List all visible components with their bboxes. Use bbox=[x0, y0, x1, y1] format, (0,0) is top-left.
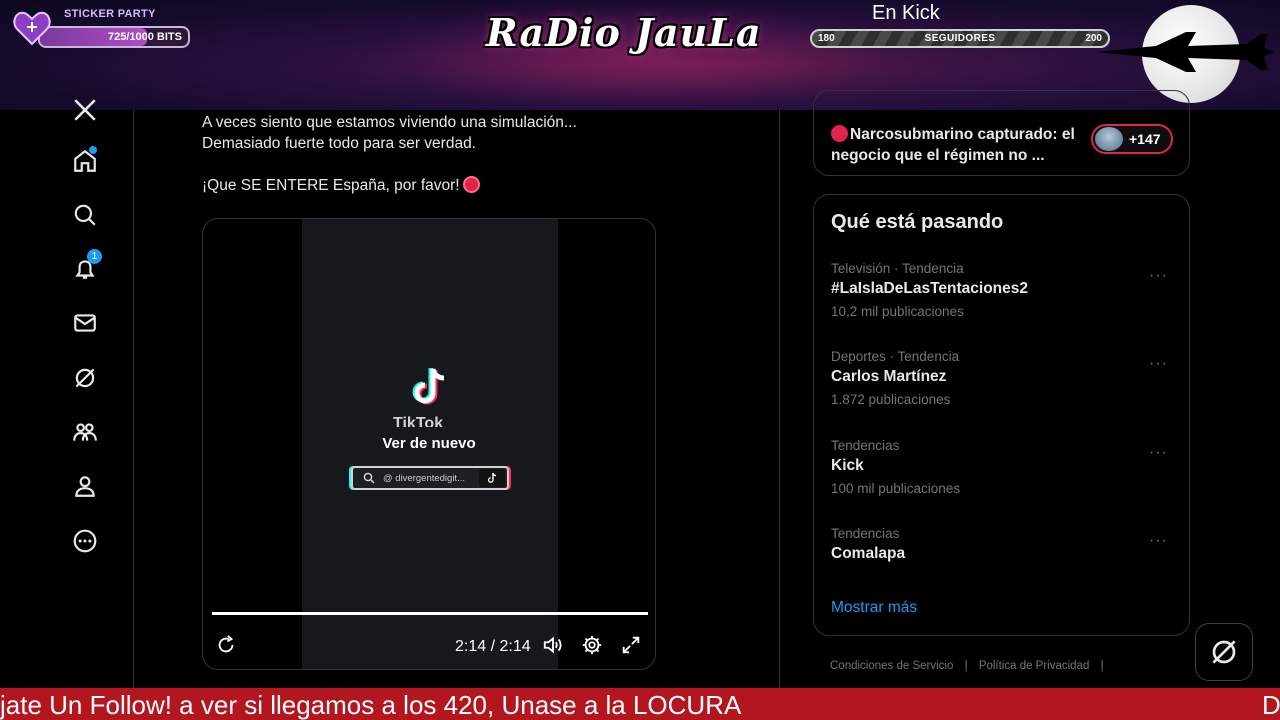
followers-goal-bar: 180 SEGUIDORES 200 bbox=[810, 29, 1110, 48]
trend-count: 100 mil publicaciones bbox=[831, 481, 961, 496]
trend-meta: Tendencias bbox=[831, 526, 900, 541]
trend-item[interactable]: Tendencias Kick 100 mil publicaciones ··… bbox=[831, 438, 1176, 518]
video-player[interactable]: TikTok Ver de nuevo @ divergentedigit...… bbox=[202, 218, 656, 670]
trend-item[interactable]: Tendencias Comalapa ··· bbox=[831, 526, 1176, 606]
show-more-link[interactable]: Mostrar más bbox=[831, 599, 917, 617]
trend-meta: Tendencias bbox=[831, 438, 900, 453]
red-circle-emoji bbox=[831, 125, 848, 142]
replay-button[interactable] bbox=[215, 634, 237, 656]
nav-messages[interactable] bbox=[64, 302, 106, 344]
nav-home[interactable] bbox=[64, 140, 106, 182]
mail-icon bbox=[74, 314, 96, 332]
volume-button[interactable] bbox=[542, 634, 564, 656]
nav-grok[interactable] bbox=[64, 357, 106, 399]
avatars-count: +147 bbox=[1129, 131, 1161, 147]
followers-label: SEGUIDORES bbox=[924, 33, 996, 44]
person-icon bbox=[75, 476, 95, 497]
more-options-icon[interactable]: ··· bbox=[1149, 444, 1168, 462]
ticker-text-next: D bbox=[1262, 690, 1280, 720]
post-line-2: Demasiado fuerte todo para ser verdad. bbox=[202, 135, 476, 152]
video-progress-bar[interactable] bbox=[212, 612, 648, 615]
search-icon bbox=[74, 204, 96, 226]
sticker-party-widget: 725/1000 BITS STICKER PARTY bbox=[12, 8, 190, 48]
replay-icon bbox=[218, 635, 234, 653]
tiktok-wordmark: TikTok bbox=[393, 415, 444, 427]
footer-separator: | bbox=[1100, 660, 1104, 672]
nav-notifications[interactable]: 1 bbox=[64, 248, 106, 290]
trend-name: #LaIslaDeLasTentaciones2 bbox=[831, 280, 1028, 297]
tiktok-handle: @ divergentedigit... bbox=[383, 473, 465, 484]
footer-separator: | bbox=[964, 660, 968, 672]
notifications-badge: 1 bbox=[87, 249, 102, 264]
trend-name: Kick bbox=[831, 457, 864, 474]
more-options-icon[interactable]: ··· bbox=[1149, 267, 1168, 285]
more-options-icon[interactable]: ··· bbox=[1149, 355, 1168, 373]
trend-name: Carlos Martínez bbox=[831, 368, 947, 385]
search-icon bbox=[363, 472, 375, 484]
trends-title: Qué está pasando bbox=[831, 211, 1004, 233]
trend-count: 1.872 publicaciones bbox=[831, 392, 951, 407]
grok-icon bbox=[1212, 640, 1236, 664]
grok-icon bbox=[75, 368, 95, 388]
news-title[interactable]: Narcosubmarino capturado: el negocio que… bbox=[831, 124, 1081, 166]
right-sidebar: Narcosubmarino capturado: el negocio que… bbox=[780, 90, 1280, 688]
tiktok-note-icon bbox=[487, 472, 497, 483]
volume-icon bbox=[543, 636, 562, 654]
nav-profile[interactable] bbox=[64, 465, 106, 507]
post-body: A veces siento que estamos viviendo una … bbox=[202, 114, 722, 217]
kick-label: En Kick bbox=[872, 2, 940, 24]
expand-icon bbox=[622, 636, 640, 654]
video-time: 2:14 / 2:14 bbox=[455, 638, 531, 655]
radio-jaula-logo: RaDio JauLa bbox=[486, 10, 762, 55]
sticker-progress-bar: 725/1000 BITS bbox=[38, 26, 190, 48]
left-navigation: 1 bbox=[0, 99, 134, 720]
grok-floating-button[interactable] bbox=[1195, 623, 1253, 681]
trend-count: 10,2 mil publicaciones bbox=[831, 304, 964, 319]
tiktok-search-bar: @ divergentedigit... bbox=[351, 466, 509, 490]
news-card[interactable]: Narcosubmarino capturado: el negocio que… bbox=[813, 90, 1190, 176]
post-line-3: ¡Que SE ENTERE España, por favor! bbox=[202, 175, 722, 196]
sticker-bits-text: 725/1000 BITS bbox=[108, 31, 182, 43]
ticker-text: jate Un Follow! a ver si llegamos a los … bbox=[0, 690, 742, 720]
nav-more[interactable] bbox=[64, 520, 106, 562]
trend-name: Comalapa bbox=[831, 545, 906, 562]
footer-links: Condiciones de Servicio | Política de Pr… bbox=[830, 660, 1112, 672]
gear-icon bbox=[582, 635, 602, 655]
nav-explore[interactable] bbox=[64, 194, 106, 236]
news-avatars: +147 bbox=[1091, 124, 1173, 154]
privacy-link[interactable]: Política de Privacidad bbox=[979, 660, 1090, 672]
avatar bbox=[1095, 127, 1123, 151]
replay-label[interactable]: Ver de nuevo bbox=[203, 435, 655, 452]
fullscreen-button[interactable] bbox=[620, 634, 642, 656]
news-title-text: Narcosubmarino capturado: el negocio que… bbox=[831, 126, 1075, 164]
tiktok-mini-icon bbox=[479, 469, 505, 487]
tiktok-logo-icon bbox=[412, 368, 445, 405]
trend-item[interactable]: Deportes · Tendencia Carlos Martínez 1.8… bbox=[831, 349, 1176, 429]
nav-communities[interactable] bbox=[64, 411, 106, 453]
trend-meta: Televisión · Tendencia bbox=[831, 261, 964, 276]
terms-link[interactable]: Condiciones de Servicio bbox=[830, 660, 953, 672]
trend-meta: Deportes · Tendencia bbox=[831, 349, 960, 364]
trend-item[interactable]: Televisión · Tendencia #LaIslaDeLasTenta… bbox=[831, 261, 1176, 341]
more-circle-icon bbox=[73, 529, 97, 553]
stream-ticker: jate Un Follow! a ver si llegamos a los … bbox=[0, 688, 1280, 720]
home-unread-dot bbox=[89, 146, 97, 154]
more-options-icon[interactable]: ··· bbox=[1149, 532, 1168, 550]
x-logo-icon[interactable] bbox=[64, 98, 106, 122]
trends-panel: Qué está pasando Televisión · Tendencia … bbox=[813, 194, 1190, 636]
main-timeline: A veces siento que estamos viviendo una … bbox=[134, 110, 780, 688]
red-circle-emoji bbox=[462, 176, 480, 193]
settings-button[interactable] bbox=[581, 634, 603, 656]
x-logo-glyph bbox=[74, 99, 96, 121]
communities-icon bbox=[73, 423, 97, 441]
post-line-3-text: ¡Que SE ENTERE España, por favor! bbox=[202, 177, 460, 194]
heart-icon bbox=[13, 11, 51, 46]
jet-silhouette-icon bbox=[1096, 32, 1274, 72]
post-line-1: A veces siento que estamos viviendo una … bbox=[202, 114, 577, 131]
sticker-party-title: STICKER PARTY bbox=[64, 8, 156, 20]
